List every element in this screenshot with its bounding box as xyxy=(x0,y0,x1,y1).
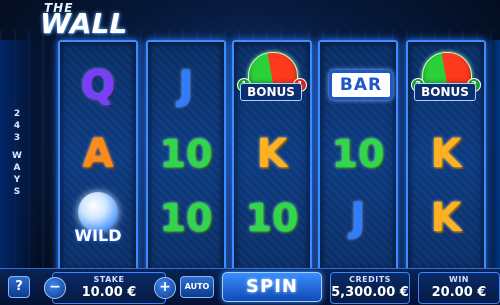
symbol-10: 10 xyxy=(159,132,213,176)
ways-digit: 3 xyxy=(13,133,21,143)
symbol-10: 10 xyxy=(331,132,385,176)
win-label: WIN xyxy=(449,275,469,284)
reel-5: 2 2 BONUS K K xyxy=(406,40,486,274)
symbol-j: J xyxy=(350,195,366,241)
ways-letter: Y xyxy=(13,175,21,185)
win-panel: WIN 20.00 € xyxy=(418,272,500,304)
ways-indicator: 2 4 3 W A Y S xyxy=(10,108,24,198)
logo-line-2: WALL xyxy=(40,7,128,40)
reel-4: BAR 10 J xyxy=(318,40,398,274)
ways-digit: 2 xyxy=(13,109,21,119)
win-value: 20.00 € xyxy=(431,285,487,300)
stake-increase-button[interactable]: + xyxy=(154,277,176,299)
spin-button[interactable]: SPIN xyxy=(222,272,322,302)
right-light-panel xyxy=(486,40,500,270)
ways-letter: W xyxy=(12,151,22,161)
stake-panel: STAKE 10.00 € xyxy=(52,272,166,304)
ways-digit: 4 xyxy=(13,121,21,131)
bonus-label: BONUS xyxy=(414,83,476,101)
stake-label: STAKE xyxy=(93,275,125,284)
symbol-k: K xyxy=(430,131,462,177)
bonus-symbol: 1 1 BONUS xyxy=(234,50,310,112)
symbol-10: 10 xyxy=(245,196,299,240)
bar-symbol: BAR xyxy=(329,70,393,100)
wild-label: WILD xyxy=(74,226,122,245)
symbol-q: Q xyxy=(80,63,115,109)
ways-letter: S xyxy=(13,187,21,197)
symbol-k: K xyxy=(430,195,462,241)
reel-2: J 10 10 xyxy=(146,40,226,274)
reel-1: Q A WILD xyxy=(58,40,138,274)
symbol-10: 10 xyxy=(159,196,213,240)
help-button[interactable]: ? xyxy=(8,276,30,298)
credits-label: CREDITS xyxy=(349,275,391,284)
symbol-j: J xyxy=(178,63,194,109)
ways-letter: A xyxy=(13,163,21,173)
reel-3: 1 1 BONUS K 10 xyxy=(232,40,312,274)
minus-icon[interactable]: − xyxy=(44,277,66,299)
bonus-label: BONUS xyxy=(240,83,302,101)
wild-symbol: WILD xyxy=(64,192,132,254)
credits-panel: CREDITS 5,300.00 € xyxy=(330,272,410,304)
stake-value: 10.00 € xyxy=(81,285,137,300)
symbol-a: A xyxy=(82,131,114,177)
auto-button[interactable]: AUTO xyxy=(180,276,214,298)
credits-value: 5,300.00 € xyxy=(331,285,409,300)
bonus-symbol: 2 2 BONUS xyxy=(408,50,484,112)
symbol-k: K xyxy=(256,131,288,177)
